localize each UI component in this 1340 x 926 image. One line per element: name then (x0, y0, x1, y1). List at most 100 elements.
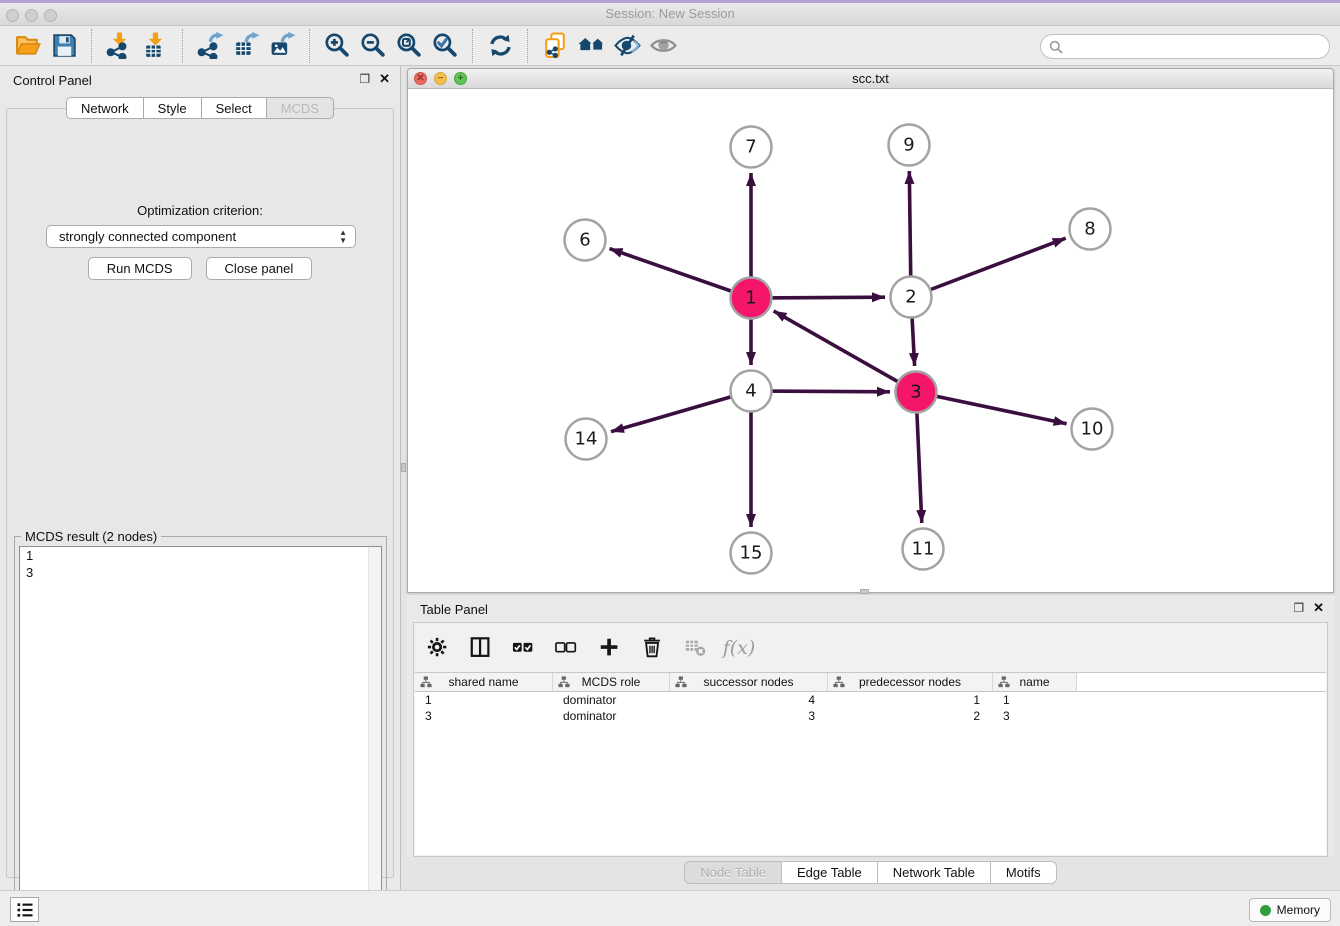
vertical-splitter-handle[interactable] (401, 463, 406, 472)
node-8[interactable]: 8 (1070, 209, 1111, 250)
column-label: successor nodes (703, 675, 793, 689)
memory-button[interactable]: Memory (1249, 898, 1331, 922)
tab-network[interactable]: Network (66, 97, 144, 119)
tab-mcds[interactable]: MCDS (267, 97, 334, 119)
edge-3-10[interactable] (916, 392, 1067, 424)
table-cell[interactable]: 2 (828, 708, 993, 724)
criterion-select[interactable]: strongly connected component ▲▼ (46, 225, 356, 248)
node-11[interactable]: 11 (903, 529, 944, 570)
result-scrollbar[interactable] (368, 547, 381, 911)
add-column-button[interactable] (596, 634, 624, 662)
node-14[interactable]: 14 (566, 419, 607, 460)
table-row[interactable]: 3dominator323 (415, 708, 1326, 724)
unselect-all-columns-button[interactable] (553, 634, 581, 662)
node-2[interactable]: 2 (891, 277, 932, 318)
tab-select[interactable]: Select (202, 97, 267, 119)
tab-style[interactable]: Style (144, 97, 202, 119)
table-cell[interactable]: 1 (993, 692, 1077, 708)
zoom-out-icon (360, 32, 387, 59)
close-panel-button[interactable]: Close panel (206, 257, 313, 280)
zoom-selected-button[interactable] (427, 29, 463, 63)
search-box[interactable] (1040, 34, 1330, 59)
show-columns-button[interactable] (467, 634, 495, 662)
node-6[interactable]: 6 (565, 220, 606, 261)
export-network-button[interactable] (192, 29, 228, 63)
network-window-titlebar[interactable]: ✕ − + scc.txt (408, 69, 1333, 89)
column-header-successor-nodes[interactable]: successor nodes (670, 673, 828, 691)
close-table-panel-icon[interactable]: ✕ (1313, 601, 1324, 615)
node-3[interactable]: 3 (896, 372, 937, 413)
export-table-button[interactable] (228, 29, 264, 63)
search-input[interactable] (1063, 37, 1329, 57)
table-cell[interactable]: dominator (553, 692, 670, 708)
column-header-predecessor-nodes[interactable]: predecessor nodes (828, 673, 993, 691)
refresh-button[interactable] (482, 29, 518, 63)
node-10[interactable]: 10 (1072, 409, 1113, 450)
zoom-in-button[interactable] (319, 29, 355, 63)
delete-table-button (682, 634, 710, 662)
node-4[interactable]: 4 (731, 371, 772, 412)
edge-2-8[interactable] (911, 238, 1066, 297)
delete-column-button[interactable] (639, 634, 667, 662)
layout-button[interactable] (573, 29, 609, 63)
node-15[interactable]: 15 (731, 533, 772, 574)
node-1[interactable]: 1 (731, 278, 772, 319)
table-cell[interactable]: 3 (670, 708, 828, 724)
column-type-icon (675, 676, 687, 688)
table-cell[interactable]: 3 (993, 708, 1077, 724)
table-cell[interactable]: dominator (553, 708, 670, 724)
open-session-button[interactable] (10, 29, 46, 63)
close-panel-icon[interactable]: ✕ (379, 72, 390, 86)
table-settings-button[interactable] (424, 634, 452, 662)
tab-edge-table[interactable]: Edge Table (782, 861, 878, 884)
float-table-panel-icon[interactable]: ❐ (1293, 601, 1304, 615)
table-cell[interactable]: 1 (415, 692, 553, 708)
node-9[interactable]: 9 (889, 125, 930, 166)
run-mcds-button[interactable]: Run MCDS (88, 257, 192, 280)
import-table-button[interactable] (137, 29, 173, 63)
column-type-icon (420, 676, 432, 688)
select-all-columns-button[interactable] (510, 634, 538, 662)
table-cell[interactable]: 1 (828, 692, 993, 708)
clone-network-icon (542, 32, 569, 59)
network-canvas[interactable]: 7 9 6 8 1 2 4 3 14 10 15 11 (408, 89, 1333, 592)
task-history-button[interactable] (10, 897, 39, 922)
titlebar: Session: New Session (0, 3, 1340, 26)
column-header-name[interactable]: name (993, 673, 1077, 691)
node-label: 8 (1084, 219, 1095, 240)
import-network-button[interactable] (101, 29, 137, 63)
table-cell[interactable]: 4 (670, 692, 828, 708)
column-header-MCDS-role[interactable]: MCDS role (553, 673, 670, 691)
refresh-icon (487, 32, 514, 59)
node-7[interactable]: 7 (731, 127, 772, 168)
tab-network-table[interactable]: Network Table (878, 861, 991, 884)
control-panel-header: Control Panel ❐ ✕ (0, 66, 400, 94)
mcds-result-item[interactable]: 3 (20, 564, 381, 581)
mcds-result-list[interactable]: 13 (19, 546, 382, 912)
mcds-result-item[interactable]: 1 (20, 547, 381, 564)
table-row[interactable]: 1dominator411 (415, 692, 1326, 708)
table-panel-title: Table Panel (420, 602, 488, 617)
zoom-out-button[interactable] (355, 29, 391, 63)
edge-1-6[interactable] (610, 249, 752, 298)
table-cell[interactable]: 3 (415, 708, 553, 724)
export-image-button[interactable] (264, 29, 300, 63)
tab-node-table[interactable]: Node Table (684, 861, 782, 884)
memory-status-dot (1260, 905, 1271, 916)
table-x-icon (684, 636, 708, 660)
hide-graphics-details-button[interactable] (609, 29, 645, 63)
horizontal-splitter-handle[interactable] (860, 589, 869, 594)
column-header-shared-name[interactable]: shared name (415, 673, 553, 691)
select-chevrons-icon: ▲▼ (339, 229, 347, 245)
column-label: name (1019, 675, 1049, 689)
clone-network-button[interactable] (537, 29, 573, 63)
zoom-fit-button[interactable] (391, 29, 427, 63)
save-session-button[interactable] (46, 29, 82, 63)
column-type-icon (833, 676, 845, 688)
edge-3-1[interactable] (774, 311, 916, 392)
node-label: 1 (745, 288, 756, 309)
node-label: 7 (745, 137, 756, 158)
tab-motifs[interactable]: Motifs (991, 861, 1057, 884)
float-panel-icon[interactable]: ❐ (359, 72, 370, 86)
edge-4-14[interactable] (611, 391, 751, 432)
